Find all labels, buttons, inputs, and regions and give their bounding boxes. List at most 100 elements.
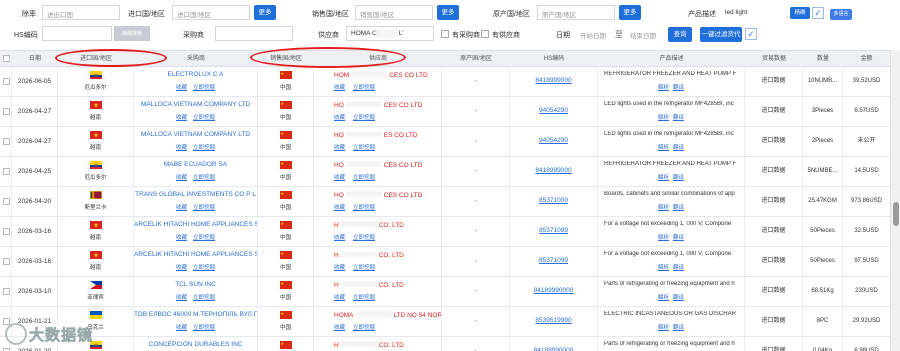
collect-link[interactable]: 收藏	[176, 175, 187, 181]
translate-link[interactable]: 翻译	[673, 205, 684, 211]
row-checkbox[interactable]	[3, 198, 10, 205]
parse-link[interactable]: 解析	[658, 205, 669, 211]
dig-link[interactable]: 立即挖掘	[353, 85, 375, 91]
table-row[interactable]: 2026-04-25 厄瓜多尔 MABE ECUADOR SA 收藏 立即挖掘 中国 HO C…	[0, 157, 890, 187]
collect-link[interactable]: 收藏	[334, 85, 345, 91]
collect-link[interactable]: 收藏	[334, 235, 345, 241]
collect-link[interactable]: 收藏	[334, 325, 345, 331]
dig-link[interactable]: 立即挖掘	[193, 145, 215, 151]
collect-link[interactable]: 收藏	[176, 325, 187, 331]
col-hs-code[interactable]: HS编码	[510, 51, 598, 67]
import-country-more-button[interactable]: 更多	[254, 5, 276, 20]
hs-exact-button[interactable]: 精确搜索	[114, 26, 150, 41]
dig-link[interactable]: 立即挖掘	[193, 205, 215, 211]
query-button[interactable]: 查询	[668, 27, 692, 42]
col-data-source[interactable]: 贸易数据	[745, 51, 803, 67]
buyer-link[interactable]: MALLOCA VIETNAM COMPANY LTD	[134, 131, 257, 138]
dig-link[interactable]: 立即挖掘	[193, 325, 215, 331]
supplier-name[interactable]: HO CES CO LTD	[334, 101, 441, 109]
collect-link[interactable]: 收藏	[334, 175, 345, 181]
translate-link[interactable]: 翻译	[673, 265, 684, 271]
hs-code-link[interactable]: 85371099	[510, 227, 597, 234]
col-buyer[interactable]: 采购商	[134, 51, 258, 67]
collect-link[interactable]: 收藏	[176, 235, 187, 241]
supplier-name[interactable]: HO CES CO LTD	[334, 191, 441, 199]
dig-link[interactable]: 立即挖掘	[193, 235, 215, 241]
sales-country-more-button[interactable]: 更多	[437, 5, 459, 20]
table-row[interactable]: 2026-06-05 厄瓜多尔 ELECTROLUX C A 收藏 立即挖掘 中国 HOM C…	[0, 67, 890, 97]
vertical-scrollbar[interactable]	[890, 50, 900, 351]
hs-code-link[interactable]: 8418999000	[510, 77, 597, 84]
hs-code-link[interactable]: 85371000	[510, 197, 597, 204]
parse-link[interactable]: 解析	[658, 235, 669, 241]
supplier-name[interactable]: HOM CES CO LTD	[334, 71, 441, 79]
table-row[interactable]: 2026-03-10 菲律宾 TCL SUN INC 收藏 立即挖掘 中国 H CO. LTD…	[0, 277, 890, 307]
hs-code-link[interactable]: 94054290	[510, 107, 597, 114]
collect-link[interactable]: 收藏	[176, 265, 187, 271]
buyer-link[interactable]: ТОВ ЕЛВОС 46000 М.ТЕРНОПІЛЬ ВУЛ.ПОЛ	[134, 311, 257, 318]
table-row[interactable]: 2026-03-16 越南 ARCELIK HITACHI HOME APPLIAN…	[0, 217, 890, 247]
dig-link[interactable]: 立即挖掘	[353, 205, 375, 211]
hs-code-link[interactable]: 84189990000	[510, 287, 597, 294]
translate-link[interactable]: 翻译	[673, 325, 684, 331]
exact-check-icon[interactable]: ✓	[812, 7, 824, 19]
collect-link[interactable]: 收藏	[334, 295, 345, 301]
hs-code-link[interactable]: 85371099	[510, 257, 597, 264]
buyer-link[interactable]: MABE ECUADOR SA	[134, 161, 257, 168]
row-checkbox[interactable]	[3, 108, 10, 115]
scrollbar-thumb[interactable]	[893, 202, 899, 226]
translate-link[interactable]: 翻译	[673, 175, 684, 181]
table-row[interactable]: 2026-01-21 乌克兰 ТОВ ЕЛВОС 46000 М.ТЕРНОПІЛЬ…	[0, 307, 890, 337]
col-product-desc[interactable]: 产品描述	[598, 51, 745, 67]
collect-link[interactable]: 收藏	[334, 145, 345, 151]
supplier-name[interactable]: H CO. LTD	[334, 341, 441, 349]
parse-link[interactable]: 解析	[658, 175, 669, 181]
end-date-input[interactable]: 结束日期	[625, 26, 663, 41]
product-desc-input[interactable]: led light	[720, 5, 788, 20]
col-origin-country[interactable]: 原产国/地区	[442, 51, 510, 67]
supplier-name[interactable]: HO ES CO LTD	[334, 131, 441, 139]
multi-language-button[interactable]: 多语言	[830, 9, 852, 20]
translate-link[interactable]: 翻译	[673, 115, 684, 121]
translate-link[interactable]: 翻译	[673, 295, 684, 301]
exact-match-button[interactable]: 精确	[790, 7, 810, 19]
row-checkbox[interactable]	[3, 228, 10, 235]
buyer-link[interactable]: MALLOCA VIETNAM COMPANY LTD	[134, 101, 257, 108]
row-checkbox[interactable]	[3, 138, 10, 145]
dig-link[interactable]: 立即挖掘	[193, 295, 215, 301]
filter-check-icon[interactable]: ✓	[745, 28, 757, 40]
table-row[interactable]: 2026-04-20 斯里兰卡 TRANS GLOBAL INVESTMENTS C…	[0, 187, 890, 217]
col-quantity[interactable]: 数量	[803, 51, 843, 67]
has-supplier-checkbox[interactable]	[481, 30, 489, 38]
buyer-link[interactable]: CONCEPCION DURABLES INC	[134, 341, 257, 348]
dig-link[interactable]: 立即挖掘	[353, 265, 375, 271]
hs-code-link[interactable]: 94054290	[510, 137, 597, 144]
supplier-name[interactable]: H CO. LTD	[334, 251, 441, 259]
hs-code-input[interactable]	[42, 26, 112, 41]
buyer-link[interactable]: TCL SUN INC	[134, 281, 257, 288]
parse-link[interactable]: 解析	[658, 265, 669, 271]
supplier-name[interactable]: H CO. LTD	[334, 221, 441, 229]
has-buyer-checkbox[interactable]	[441, 30, 449, 38]
dig-link[interactable]: 立即挖掘	[193, 265, 215, 271]
dig-link[interactable]: 立即挖掘	[353, 295, 375, 301]
hs-code-link[interactable]: 8418999000	[510, 167, 597, 174]
dig-link[interactable]: 立即挖掘	[353, 325, 375, 331]
dig-link[interactable]: 立即挖掘	[193, 85, 215, 91]
collect-link[interactable]: 收藏	[334, 265, 345, 271]
importer-select[interactable]: 进出口国	[42, 5, 120, 20]
table-row[interactable]: 2026-03-16 越南 ARCELIK HITACHI HOME APPLIAN…	[0, 247, 890, 277]
buyer-link[interactable]: ARCELIK HITACHI HOME APPLIANCES SAL	[134, 251, 257, 258]
dig-link[interactable]: 立即挖掘	[353, 145, 375, 151]
collect-link[interactable]: 收藏	[176, 85, 187, 91]
dig-link[interactable]: 立即挖掘	[193, 115, 215, 121]
col-sales-country[interactable]: 销售国/地区	[258, 51, 314, 67]
table-row[interactable]: 2026-01-20厄瓜多尔CONCEPCION DURABLES INC收藏立…	[0, 337, 890, 351]
hs-code-link[interactable]: 8539519990	[510, 317, 597, 324]
buyer-link[interactable]: TRANS GLOBAL INVESTMENTS CO P L	[134, 191, 257, 198]
translate-link[interactable]: 翻译	[673, 235, 684, 241]
collect-link[interactable]: 收藏	[176, 115, 187, 121]
translate-link[interactable]: 翻译	[673, 145, 684, 151]
dig-link[interactable]: 立即挖掘	[193, 175, 215, 181]
sales-country-select[interactable]: 销售国/地区	[355, 5, 433, 20]
